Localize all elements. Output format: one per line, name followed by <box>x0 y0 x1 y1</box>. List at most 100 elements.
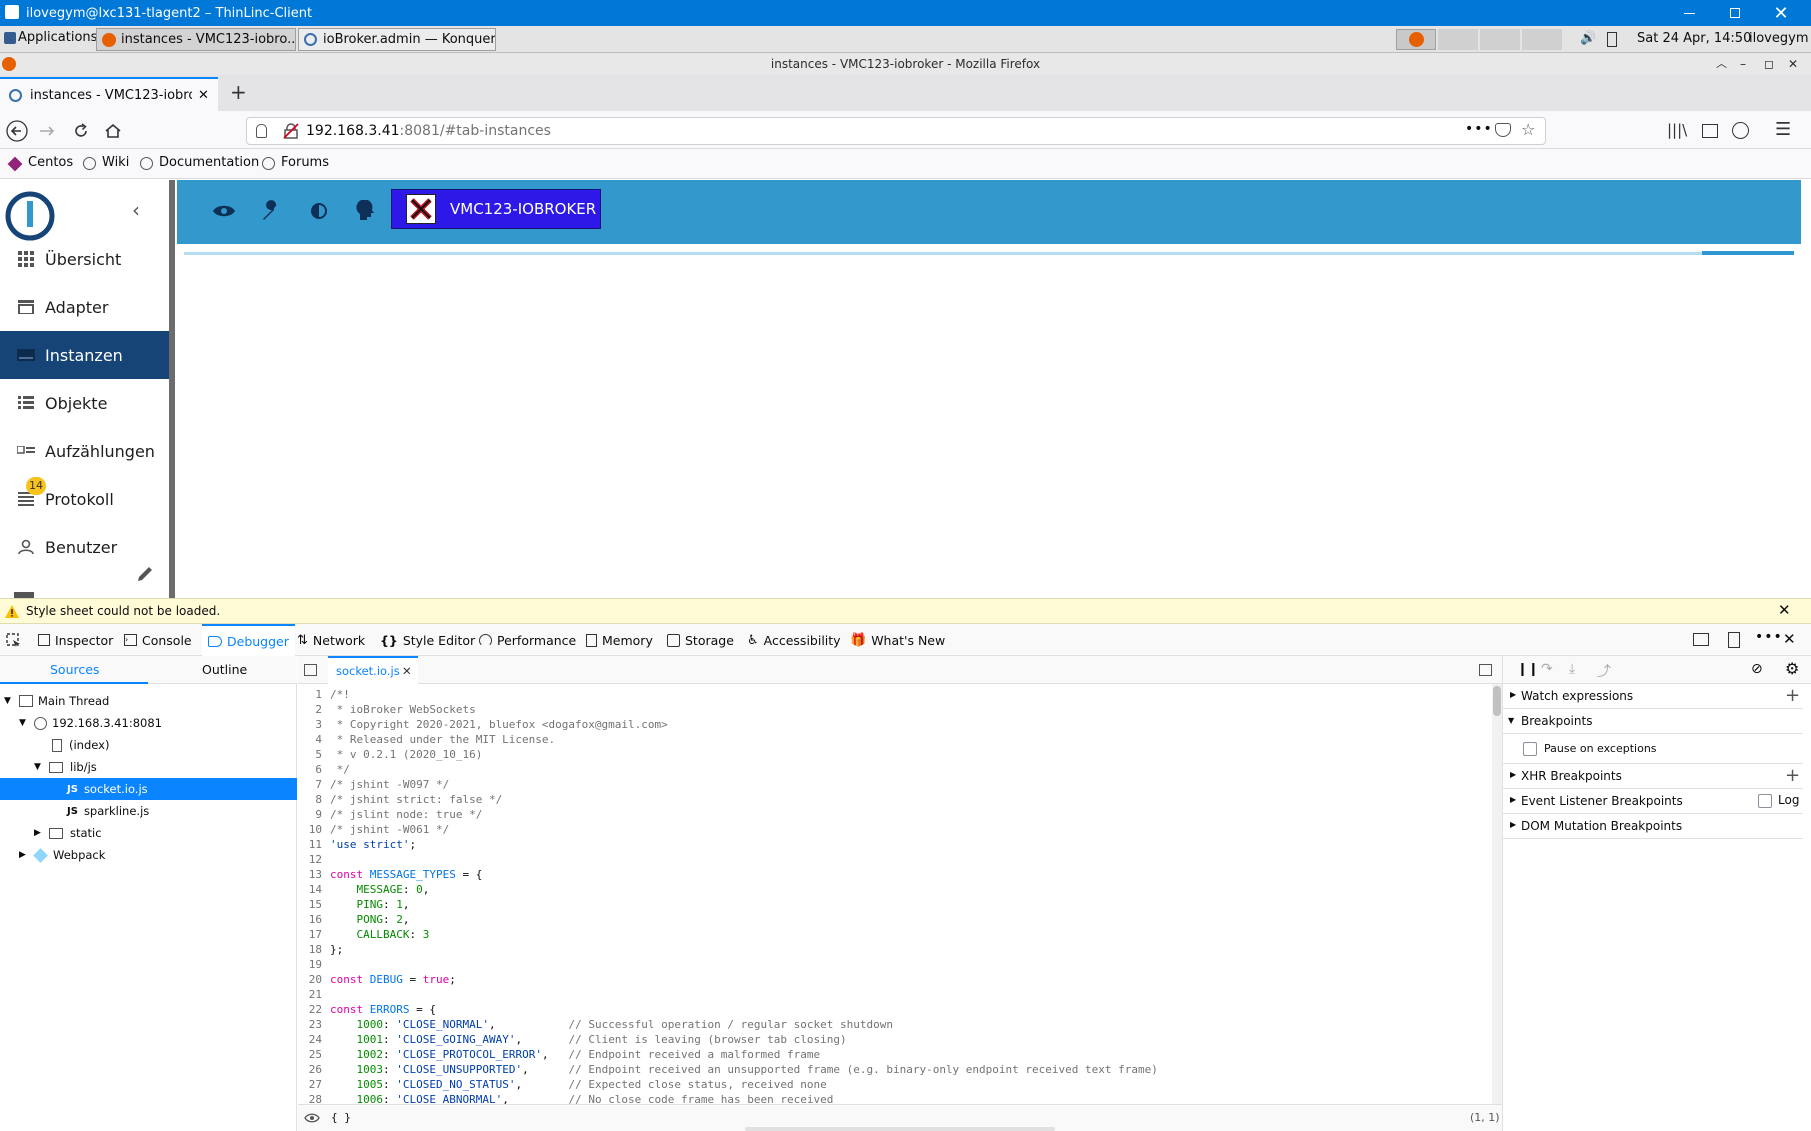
line-number[interactable]: 22 <box>298 1002 322 1017</box>
pocket-icon[interactable] <box>1495 123 1511 137</box>
tree-main-thread[interactable]: ▼ Main Thread <box>0 690 297 712</box>
close-editor-tab-icon[interactable]: ✕ <box>402 664 412 678</box>
line-number[interactable]: 14 <box>298 882 322 897</box>
step-in-icon[interactable]: ⤓ <box>1569 661 1575 677</box>
split-console-icon[interactable] <box>1693 633 1709 646</box>
step-out-icon[interactable]: ⤴ <box>1597 661 1611 681</box>
library-icon[interactable]: |||\ <box>1667 121 1687 139</box>
line-number[interactable]: 12 <box>298 852 322 867</box>
devtools-tab-accessibility[interactable]: ♿ Accessibility <box>747 624 841 656</box>
insecure-lock-icon[interactable] <box>283 123 299 139</box>
line-number[interactable]: 6 <box>298 762 322 777</box>
home-icon[interactable] <box>104 122 122 140</box>
maximize-icon[interactable] <box>1712 0 1758 26</box>
sidebar-toggle-icon[interactable] <box>1702 124 1718 138</box>
close-notification-icon[interactable]: ✕ <box>1778 601 1791 619</box>
nav-objekte[interactable]: Objekte <box>0 379 170 427</box>
chevron-up-icon[interactable]: ︿ <box>1716 53 1727 75</box>
minimize-icon[interactable]: – <box>1740 53 1746 75</box>
tree-libjs[interactable]: ▼ lib/js <box>0 756 297 778</box>
line-number[interactable]: 10 <box>298 822 322 837</box>
sidebar-scrollbar[interactable] <box>169 180 175 598</box>
line-number[interactable]: 24 <box>298 1032 322 1047</box>
volume-icon[interactable]: 🔊 <box>1580 31 1596 46</box>
line-number[interactable]: 17 <box>298 927 322 942</box>
toggle-debugger-panel-icon[interactable] <box>1479 664 1492 676</box>
line-number[interactable]: 28 <box>298 1092 322 1104</box>
wrench-icon[interactable] <box>260 200 282 222</box>
url-text[interactable]: 192.168.3.41:8081/#tab-instances <box>306 123 551 139</box>
pretty-print-button[interactable]: { } <box>331 1111 351 1124</box>
editor-scrollbar[interactable] <box>1492 684 1502 1104</box>
expand-arrow-icon[interactable]: ▼ <box>34 762 46 772</box>
tree-index[interactable]: (index) <box>0 734 297 756</box>
add-watch-icon[interactable]: + <box>1785 685 1800 706</box>
url-bar[interactable]: 192.168.3.41:8081/#tab-instances ••• ☆ <box>246 117 1546 145</box>
step-over-icon[interactable]: ↷ <box>1541 661 1553 677</box>
minimize-icon[interactable] <box>1666 0 1712 26</box>
line-number[interactable]: 15 <box>298 897 322 912</box>
line-number[interactable]: 25 <box>298 1047 322 1062</box>
pause-icon[interactable]: ❙❙ <box>1517 662 1539 677</box>
close-tab-icon[interactable]: ✕ <box>198 88 209 103</box>
task-konqueror[interactable]: ioBroker.admin — Konqueror <box>298 28 496 51</box>
line-number[interactable]: 1 <box>298 687 322 702</box>
new-tab-icon[interactable]: + <box>230 80 247 104</box>
line-number[interactable]: 2 <box>298 702 322 717</box>
hamburger-menu-icon[interactable]: ☰ <box>1775 119 1791 140</box>
bookmark-wiki[interactable]: Wiki <box>102 155 129 170</box>
bookmark-star-icon[interactable]: ☆ <box>1521 120 1535 139</box>
sources-tab[interactable]: Sources <box>50 662 99 677</box>
close-devtools-icon[interactable]: ✕ <box>1783 630 1796 648</box>
workspace-2[interactable] <box>1438 29 1478 50</box>
devtools-tab-style-editor[interactable]: {} Style Editor <box>380 624 475 656</box>
tree-sparkline[interactable]: JS sparkline.js <box>0 800 297 822</box>
pause-on-exceptions-checkbox[interactable] <box>1523 742 1537 756</box>
line-number[interactable]: 18 <box>298 942 322 957</box>
line-number[interactable]: 13 <box>298 867 322 882</box>
line-number[interactable]: 7 <box>298 777 322 792</box>
tree-webpack[interactable]: ▶ Webpack <box>0 844 297 866</box>
line-number[interactable]: 20 <box>298 972 322 987</box>
host-selector-button[interactable]: VMC123-IOBROKER <box>391 189 601 229</box>
nav-aufzaehlungen[interactable]: Aufzählungen <box>0 427 170 475</box>
expand-arrow-icon[interactable]: ▼ <box>19 718 31 728</box>
devtools-tab-performance[interactable]: Performance <box>479 624 576 656</box>
nav-protokoll[interactable]: Protokoll 14 <box>0 475 170 523</box>
line-number[interactable]: 9 <box>298 807 322 822</box>
devtools-tab-console[interactable]: › Console <box>124 624 192 656</box>
line-number[interactable]: 3 <box>298 717 322 732</box>
tab-instances[interactable]: instances - VMC123-iobroke ✕ <box>0 77 218 111</box>
line-number[interactable]: 27 <box>298 1077 322 1092</box>
workspace-1[interactable] <box>1396 29 1436 50</box>
tree-static[interactable]: ▶ static <box>0 822 297 844</box>
user-name[interactable]: ilovegym <box>1749 31 1808 46</box>
workspace-3[interactable] <box>1480 29 1520 50</box>
settings-gear-icon[interactable]: ⚙ <box>1785 659 1799 678</box>
line-number[interactable]: 26 <box>298 1062 322 1077</box>
nav-benutzer[interactable]: Benutzer <box>0 523 170 571</box>
devtools-tab-storage[interactable]: Storage <box>667 624 734 656</box>
collapse-arrow-icon[interactable]: ▶ <box>34 828 46 838</box>
tree-socket-io[interactable]: JS socket.io.js <box>0 778 297 800</box>
clock[interactable]: Sat 24 Apr, 14:50 <box>1637 31 1751 46</box>
devtools-tab-network[interactable]: ⇅ Network <box>297 624 365 656</box>
expert-mode-icon[interactable] <box>356 200 376 222</box>
edit-pencil-icon[interactable] <box>136 565 154 583</box>
devtools-tab-whats-new[interactable]: 🎁 What's New <box>850 624 945 656</box>
breakpoints-header[interactable]: ▼ Breakpoints <box>1503 709 1803 734</box>
close-icon[interactable]: ✕ <box>1788 53 1798 75</box>
collapse-sidebar-icon[interactable]: ‹ <box>132 198 140 222</box>
collapse-arrow-icon[interactable]: ▶ <box>19 850 31 860</box>
event-listener-breakpoints-header[interactable]: ▶ Event Listener Breakpoints Log <box>1503 789 1803 814</box>
line-number[interactable]: 5 <box>298 747 322 762</box>
line-number[interactable]: 21 <box>298 987 322 1002</box>
maximize-icon[interactable]: ◻ <box>1764 53 1774 75</box>
devtools-tab-debugger[interactable]: Debugger <box>202 624 295 656</box>
bookmark-centos[interactable]: Centos <box>28 155 73 170</box>
watch-expressions-header[interactable]: ▶ Watch expressions + <box>1503 684 1803 709</box>
applications-menu[interactable]: Applications <box>18 30 97 45</box>
add-xhr-breakpoint-icon[interactable]: + <box>1785 765 1800 786</box>
dom-mutation-breakpoints-header[interactable]: ▶ DOM Mutation Breakpoints <box>1503 814 1803 839</box>
line-number[interactable]: 4 <box>298 732 322 747</box>
